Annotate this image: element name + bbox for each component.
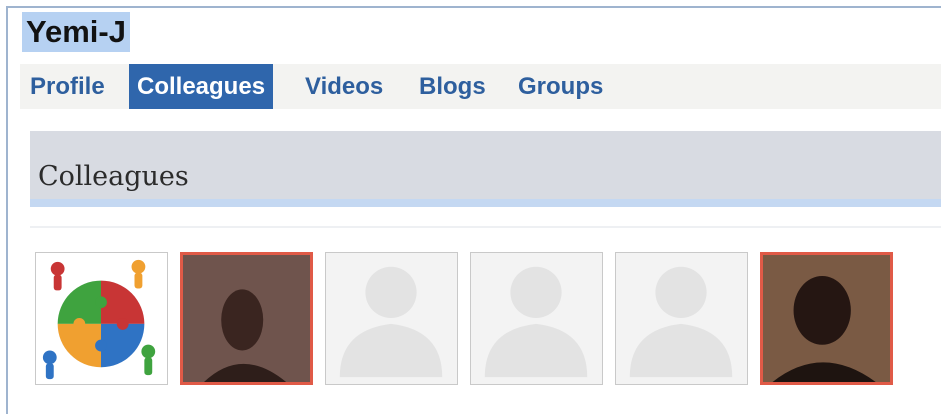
section-title: Colleagues (38, 161, 189, 192)
tab-groups[interactable]: Groups (510, 64, 611, 109)
default-person-icon (484, 266, 588, 378)
colleague-avatar-group[interactable] (35, 252, 168, 385)
divider (30, 226, 941, 228)
colleague-avatar-default[interactable] (615, 252, 748, 385)
tab-videos[interactable]: Videos (297, 64, 391, 109)
default-person-icon (629, 266, 733, 378)
photo-avatar-image (763, 255, 890, 382)
tab-blogs[interactable]: Blogs (411, 64, 494, 109)
profile-tab-bar: Profile Colleagues Videos Blogs Groups (20, 64, 941, 109)
colleague-avatar-photo[interactable] (760, 252, 893, 385)
colleague-avatar-default[interactable] (470, 252, 603, 385)
tab-profile[interactable]: Profile (22, 64, 113, 109)
section-header: Colleagues (30, 131, 941, 207)
photo-avatar-image (183, 255, 310, 382)
profile-username: Yemi-J (22, 12, 130, 52)
group-puzzle-icon (42, 259, 156, 380)
tab-colleagues[interactable]: Colleagues (129, 64, 274, 109)
default-person-icon (339, 266, 443, 378)
colleague-avatar-default[interactable] (325, 252, 458, 385)
colleague-avatar-photo[interactable] (180, 252, 313, 385)
